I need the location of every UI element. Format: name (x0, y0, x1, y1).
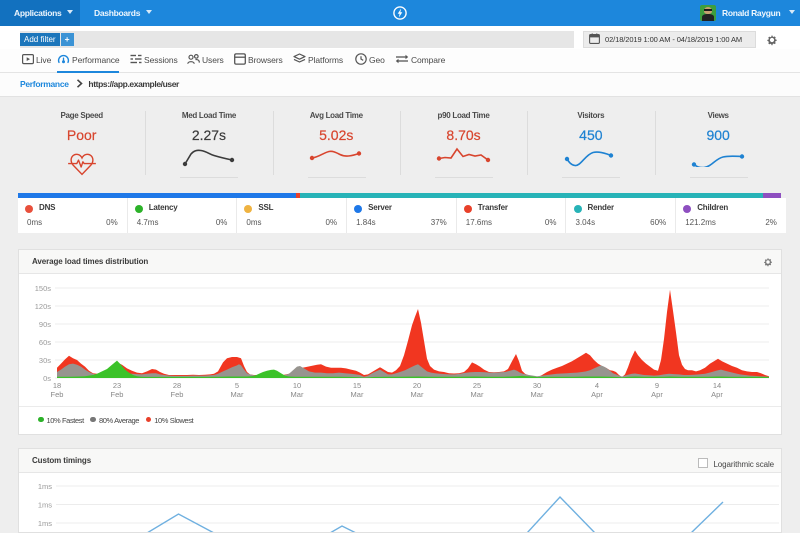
svg-text:10: 10 (293, 381, 301, 390)
svg-text:30: 30 (533, 381, 541, 390)
svg-text:Feb: Feb (171, 390, 184, 399)
svg-text:Apr: Apr (711, 390, 723, 399)
svg-text:4: 4 (595, 381, 599, 390)
svg-text:Apr: Apr (591, 390, 603, 399)
svg-text:120s: 120s (35, 302, 52, 311)
svg-text:Mar: Mar (231, 390, 244, 399)
svg-text:15: 15 (353, 381, 361, 390)
svg-text:28: 28 (173, 381, 181, 390)
svg-text:20: 20 (413, 381, 421, 390)
svg-text:Mar: Mar (411, 390, 424, 399)
svg-text:Feb: Feb (111, 390, 124, 399)
svg-text:90s: 90s (39, 320, 51, 329)
svg-text:Mar: Mar (471, 390, 484, 399)
svg-text:9: 9 (655, 381, 659, 390)
svg-text:1ms: 1ms (38, 519, 52, 528)
svg-text:1ms: 1ms (38, 501, 52, 510)
svg-text:30s: 30s (39, 356, 51, 365)
svg-text:18: 18 (53, 381, 61, 390)
svg-text:150s: 150s (35, 284, 52, 293)
svg-text:Mar: Mar (291, 390, 304, 399)
svg-text:Mar: Mar (531, 390, 544, 399)
svg-text:Mar: Mar (351, 390, 364, 399)
svg-text:23: 23 (113, 381, 121, 390)
svg-text:Apr: Apr (651, 390, 663, 399)
svg-text:60s: 60s (39, 338, 51, 347)
svg-text:5: 5 (235, 381, 239, 390)
svg-text:Feb: Feb (51, 390, 64, 399)
svg-text:1ms: 1ms (38, 482, 52, 491)
svg-text:14: 14 (713, 381, 721, 390)
svg-text:0s: 0s (43, 374, 51, 383)
svg-text:25: 25 (473, 381, 481, 390)
